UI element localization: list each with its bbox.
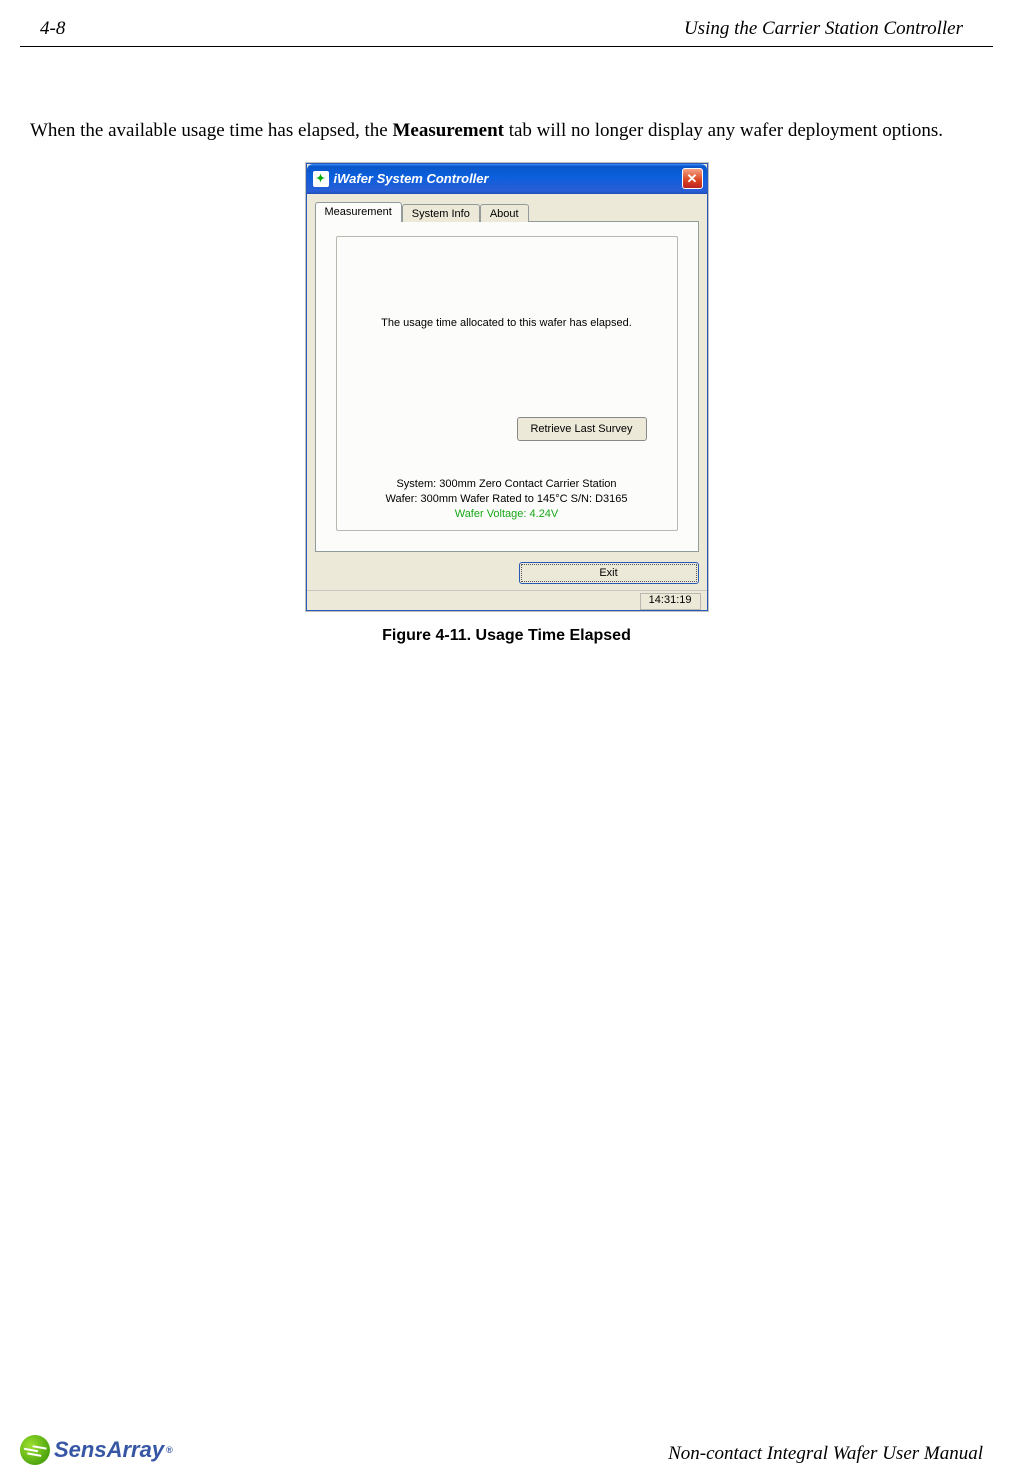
figure-caption: Figure 4-11. Usage Time Elapsed (0, 627, 1013, 645)
exit-button[interactable]: Exit (519, 562, 699, 584)
paragraph-bold: Measurement (392, 120, 504, 141)
paragraph-prefix: When the available usage time has elapse… (30, 120, 392, 141)
page-header: 4-8 Using the Carrier Station Controller (20, 0, 993, 47)
tab-strip: Measurement System Info About (307, 194, 707, 222)
figure: ✦ iWafer System Controller ✕ Measurement… (0, 163, 1013, 645)
system-info-block: System: 300mm Zero Contact Carrier Stati… (337, 477, 677, 522)
logo-icon (20, 1435, 50, 1465)
bottom-bar: Exit (307, 558, 707, 590)
retrieve-last-survey-button[interactable]: Retrieve Last Survey (517, 417, 647, 441)
close-button[interactable]: ✕ (682, 168, 703, 189)
tab-system-info[interactable]: System Info (402, 204, 480, 223)
manual-title: Non-contact Integral Wafer User Manual (668, 1443, 983, 1465)
system-line: System: 300mm Zero Contact Carrier Stati… (337, 477, 677, 492)
paragraph-suffix: tab will no longer display any wafer dep… (504, 120, 943, 141)
app-icon: ✦ (313, 171, 329, 187)
voltage-line: Wafer Voltage: 4.24V (337, 507, 677, 522)
window-title: iWafer System Controller (334, 171, 489, 186)
wafer-line: Wafer: 300mm Wafer Rated to 145°C S/N: D… (337, 492, 677, 507)
status-bar: 14:31:19 (307, 590, 707, 610)
page-footer: SensArray ® Non-contact Integral Wafer U… (20, 1435, 983, 1465)
titlebar: ✦ iWafer System Controller ✕ (307, 164, 707, 194)
sensarray-logo: SensArray ® (20, 1435, 173, 1465)
page-number: 4-8 (40, 18, 65, 40)
inner-frame: The usage time allocated to this wafer h… (336, 236, 678, 531)
status-time: 14:31:19 (640, 593, 701, 610)
app-window: ✦ iWafer System Controller ✕ Measurement… (306, 163, 708, 611)
tab-about[interactable]: About (480, 204, 529, 223)
tab-measurement[interactable]: Measurement (315, 202, 402, 222)
elapsed-message: The usage time allocated to this wafer h… (337, 317, 677, 329)
logo-tm: ® (166, 1445, 173, 1455)
section-title: Using the Carrier Station Controller (684, 18, 963, 40)
logo-text: SensArray (54, 1437, 164, 1463)
body-paragraph: When the available usage time has elapse… (10, 47, 1003, 155)
tab-panel: The usage time allocated to this wafer h… (315, 222, 699, 552)
